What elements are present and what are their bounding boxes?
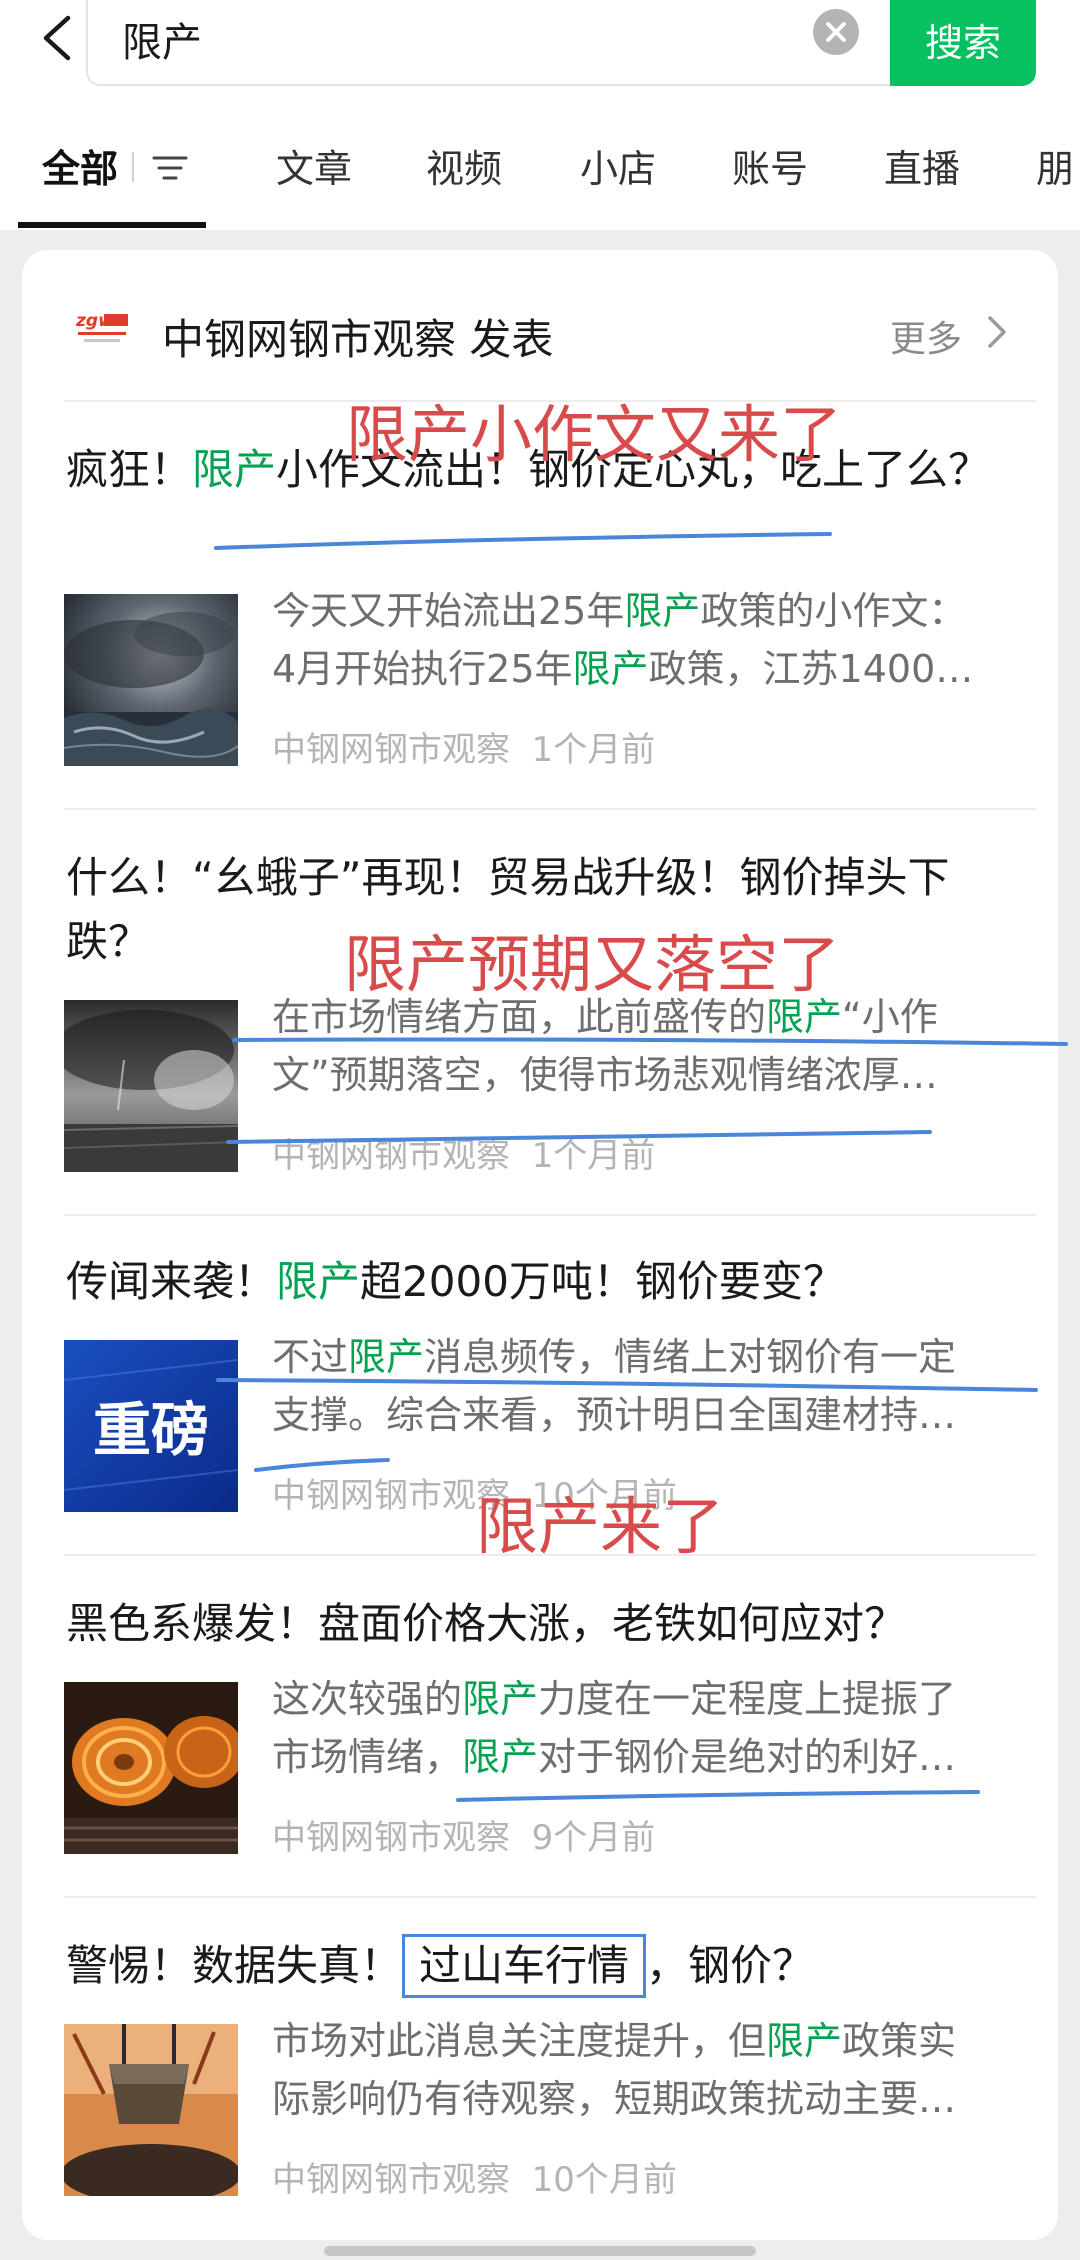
article-thumbnail: 重磅	[64, 1340, 238, 1512]
filter-icon[interactable]	[150, 148, 190, 188]
search-input[interactable]	[86, 0, 892, 86]
article-title: 传闻来袭！限产超2000万吨！钢价要变？	[66, 1257, 845, 1306]
top-bar: 限产 搜索 全部 文章 视频 小店 账号 直播 朋	[0, 0, 1080, 230]
back-button[interactable]	[28, 8, 88, 68]
article-thumbnail	[64, 2024, 238, 2196]
breaking-news-image: 重磅	[64, 1340, 238, 1512]
article-snippet: 今天又开始流出25年限产政策的小作文： 4月开始执行25年限产政策，江苏1400…	[272, 589, 974, 691]
article-snippet: 在市场情绪方面，此前盛传的限产“小作 文”预期落空，使得市场悲观情绪浓厚…	[272, 995, 938, 1097]
article-snippet: 这次较强的限产力度在一定程度上提振了 市场情绪，限产对于钢价是绝对的利好…	[272, 1677, 957, 1779]
tab-articles[interactable]: 文章	[276, 138, 352, 193]
article-thumbnail	[64, 594, 238, 766]
article-meta: 中钢网钢市观察 10个月前	[272, 2160, 677, 2200]
tab-live[interactable]: 直播	[884, 138, 960, 193]
article-title: 警惕！数据失真！ 过山车行情 ，钢价？	[66, 1934, 1026, 1998]
thumbnail-text: 重磅	[93, 1396, 209, 1464]
tab-accounts[interactable]: 账号	[732, 138, 808, 193]
tab-videos[interactable]: 视频	[426, 138, 502, 193]
article-thumbnail	[64, 1000, 238, 1172]
grab-bucket-image	[64, 2024, 238, 2196]
more-link[interactable]: 更多	[890, 310, 962, 362]
active-tab-indicator	[18, 222, 206, 228]
account-articles-card: zgw 中钢网钢市观察 发表 更多 疯狂！限产小作文流出！钢价定心丸，吃上了么？	[22, 250, 1058, 2240]
article-meta: 中钢网钢市观察 1个月前	[272, 1136, 656, 1176]
divider	[64, 1214, 1036, 1216]
home-indicator[interactable]	[324, 2246, 756, 2256]
account-logo: zgw	[74, 308, 130, 348]
tab-bar: 全部 文章 视频 小店 账号 直播 朋	[0, 130, 1080, 230]
steel-coils-image	[64, 1682, 238, 1854]
storm-sea-image	[64, 594, 238, 766]
article-meta: 中钢网钢市观察 1个月前	[272, 730, 656, 770]
divider	[64, 808, 1036, 810]
tab-moments[interactable]: 朋	[1036, 138, 1074, 193]
storm-field-image	[64, 1000, 238, 1172]
tab-divider	[132, 152, 134, 182]
account-header[interactable]: zgw 中钢网钢市观察 发表 更多	[22, 250, 1058, 400]
account-name: 中钢网钢市观察 发表	[162, 315, 554, 364]
tab-all[interactable]: 全部	[42, 138, 118, 193]
article-thumbnail	[64, 1682, 238, 1854]
search-button[interactable]: 搜索	[890, 0, 1036, 86]
clear-search-button[interactable]	[813, 9, 859, 55]
annotation-label: 限产来了	[476, 1490, 725, 1563]
chevron-right-icon	[988, 316, 1006, 348]
annotation-label: 限产预期又落空了	[344, 928, 841, 1001]
back-arrow-icon	[43, 15, 71, 61]
article-snippet: 市场对此消息关注度提升，但限产政策实 际影响仍有待观察，短期政策扰动主要…	[272, 2019, 957, 2121]
article-title: 黑色系爆发！盘面价格大涨，老铁如何应对？	[66, 1599, 907, 1648]
article-meta: 中钢网钢市观察 9个月前	[272, 1818, 656, 1858]
annotation-label: 限产小作文又来了	[346, 398, 843, 471]
tab-shops[interactable]: 小店	[580, 138, 656, 193]
article-snippet: 不过限产消息频传，情绪上对钢价有一定 支撑。综合来看，预计明日全国建材持…	[272, 1335, 957, 1437]
divider	[64, 1896, 1036, 1898]
search-query[interactable]: 限产	[122, 10, 202, 68]
close-icon	[826, 22, 846, 42]
